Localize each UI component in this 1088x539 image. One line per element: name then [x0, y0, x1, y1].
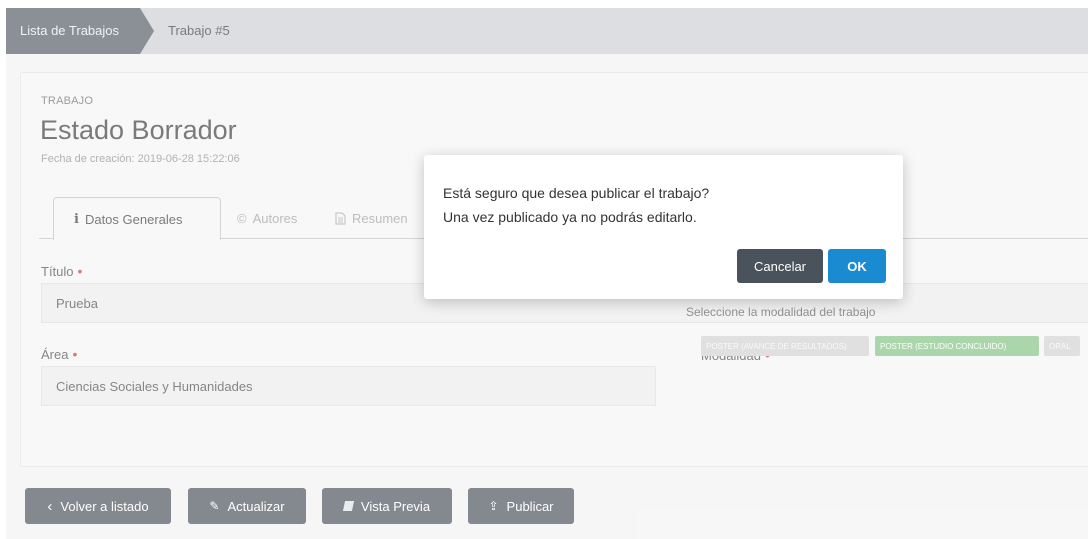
dialog-warning: Una vez publicado ya no podrás editarlo.	[443, 209, 697, 225]
dialog-question: Está seguro que desea publicar el trabaj…	[443, 185, 710, 201]
cancel-button[interactable]: Cancelar	[737, 249, 823, 283]
confirm-dialog: Está seguro que desea publicar el trabaj…	[424, 155, 903, 299]
ok-button[interactable]: OK	[828, 249, 886, 283]
